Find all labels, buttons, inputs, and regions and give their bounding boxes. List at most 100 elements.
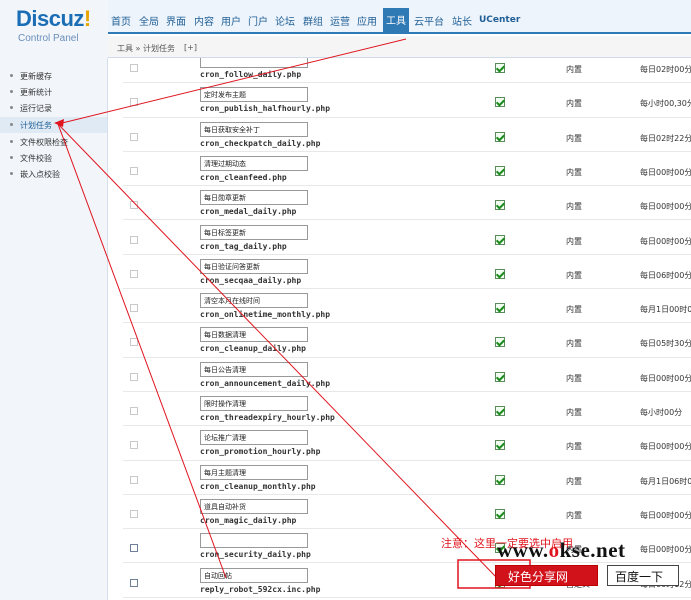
- task-type: 内置: [566, 339, 582, 349]
- delete-checkbox[interactable]: [130, 578, 138, 587]
- sidebar-item-file-verify[interactable]: 文件校验: [0, 150, 107, 166]
- watermark-url: www.okse.net: [497, 538, 626, 562]
- enable-checkbox[interactable]: [495, 63, 505, 73]
- task-row: 每日获取安全补丁 cron_checkpatch_daily.php 内置 每日02时…: [123, 118, 691, 152]
- enable-checkbox[interactable]: [495, 474, 505, 485]
- tab-operations[interactable]: 运营: [330, 13, 350, 28]
- task-row: 自动回帖reply_robot_592cx.inc.php自定义每日00时12分: [123, 564, 691, 598]
- enable-checkbox[interactable]: [495, 131, 505, 142]
- task-script-file: cron_cleanup_daily.php: [200, 344, 306, 354]
- task-name-input[interactable]: 清理过期动态: [200, 155, 308, 171]
- watermark-search-button[interactable]: 百度一下: [607, 565, 679, 586]
- enable-checkbox[interactable]: [495, 440, 505, 451]
- breadcrumb-path: 工具 » 计划任务: [117, 44, 175, 53]
- bullet-icon: [10, 123, 13, 126]
- enable-checkbox[interactable]: [495, 337, 505, 348]
- sidebar-item-hook-verify[interactable]: 嵌入点校验: [0, 166, 107, 182]
- enable-checkbox[interactable]: [495, 165, 505, 176]
- sidebar-item-label: 运行记录: [20, 104, 52, 113]
- add-shortcut-link[interactable]: [+]: [184, 43, 197, 52]
- delete-checkbox[interactable]: [130, 98, 138, 107]
- task-row: 限时操作清理 cron_threadexpiry_hourly.php 内置 每小时0…: [123, 392, 691, 427]
- task-script-file: cron_publish_halfhourly.php: [200, 104, 331, 114]
- enable-checkbox[interactable]: [495, 234, 505, 245]
- enable-checkbox[interactable]: [495, 508, 505, 519]
- task-script-file: cron_announcement_daily.php: [200, 378, 331, 388]
- delete-checkbox[interactable]: [130, 338, 138, 347]
- tab-cloud[interactable]: 云平台: [414, 13, 444, 28]
- delete-checkbox[interactable]: [130, 132, 138, 141]
- task-name-input[interactable]: 道具自动补货: [200, 498, 308, 514]
- delete-checkbox[interactable]: [130, 407, 138, 415]
- delete-checkbox[interactable]: [130, 269, 138, 278]
- task-name-input[interactable]: 论坛推广清理: [200, 430, 308, 446]
- tab-webmaster[interactable]: 站长: [452, 13, 472, 28]
- sidebar-item-file-permissions[interactable]: 文件权限检查: [0, 134, 107, 150]
- task-row: 每日验证问答更新 cron_secqaa_daily.php 内置 每日06时00分: [123, 255, 691, 290]
- sidebar-item-run-log[interactable]: 运行记录: [0, 100, 107, 116]
- task-name-input[interactable]: 每日标签更新: [200, 224, 308, 240]
- task-name-input[interactable]: 每月主题清理: [200, 464, 308, 480]
- delete-checkbox[interactable]: [130, 235, 138, 244]
- task-next-run: 每日05时30分: [640, 339, 691, 349]
- task-next-run: 每小时00,30分: [640, 99, 691, 109]
- delete-checkbox[interactable]: [130, 166, 138, 175]
- top-nav: 首页 全局 界面 内容 用户 门户 论坛 群组 运营 应用 工具 云平台 站长 …: [108, 0, 691, 34]
- sidebar-item-label: 更新缓存: [20, 72, 52, 81]
- task-type: 内置: [566, 65, 582, 74]
- logo[interactable]: Discuz! Control Panel: [0, 0, 108, 58]
- task-row: 道具自动补货 cron_magic_daily.php 内置 每日00时00分: [123, 495, 691, 530]
- delete-checkbox[interactable]: [130, 544, 138, 553]
- enable-checkbox[interactable]: [495, 268, 505, 279]
- task-name-input[interactable]: 每日勋章更新: [200, 190, 308, 206]
- sidebar-item-scheduled-tasks[interactable]: 计划任务: [0, 117, 107, 133]
- delete-checkbox[interactable]: [130, 64, 138, 72]
- tab-home[interactable]: 首页: [111, 13, 131, 28]
- task-name-input[interactable]: 每日数据清理: [200, 327, 308, 343]
- delete-checkbox[interactable]: [130, 509, 138, 518]
- task-script-file: cron_tag_daily.php: [200, 241, 287, 251]
- task-name-input[interactable]: 清空本月在线时间: [200, 293, 308, 309]
- delete-checkbox[interactable]: [130, 372, 138, 381]
- tab-interface[interactable]: 界面: [166, 13, 186, 28]
- delete-checkbox[interactable]: [130, 201, 138, 210]
- tab-global[interactable]: 全局: [139, 13, 159, 28]
- task-script-file: cron_magic_daily.php: [200, 515, 297, 525]
- task-next-run: 每日00时00分: [640, 202, 691, 212]
- task-name-input[interactable]: 每日验证问答更新: [200, 258, 308, 274]
- task-row: 每日标签更新 cron_tag_daily.php 内置 每日00时00分: [123, 221, 691, 255]
- sidebar-item-update-stats[interactable]: 更新统计: [0, 84, 107, 100]
- tab-groups[interactable]: 群组: [303, 13, 323, 28]
- task-name-input[interactable]: 自动回帖: [200, 567, 308, 583]
- enable-checkbox[interactable]: [495, 371, 505, 382]
- tab-apps[interactable]: 应用: [357, 13, 377, 28]
- task-name-input[interactable]: 限时操作清理: [200, 396, 308, 411]
- task-name-input[interactable]: [200, 533, 308, 549]
- delete-checkbox[interactable]: [130, 441, 138, 450]
- task-row: 每日公告清理 cron_announcement_daily.php 内置 每日00时…: [123, 358, 691, 392]
- task-next-run: 每月1日00时00分: [640, 305, 691, 315]
- task-script-file: cron_cleanfeed.php: [200, 172, 287, 182]
- tab-forum[interactable]: 论坛: [275, 13, 295, 28]
- enable-checkbox[interactable]: [495, 200, 505, 211]
- tab-users[interactable]: 用户: [221, 13, 241, 28]
- task-name-input[interactable]: 定时发布主题: [200, 87, 308, 103]
- tab-portal[interactable]: 门户: [248, 13, 268, 28]
- task-name-input[interactable]: 每日公告清理: [200, 361, 308, 377]
- enable-checkbox[interactable]: [495, 303, 505, 314]
- enable-checkbox[interactable]: [495, 97, 505, 108]
- task-type: 内置: [566, 236, 582, 246]
- task-script-file: cron_threadexpiry_hourly.php: [200, 413, 335, 422]
- task-name-input[interactable]: 每日获取安全补丁: [200, 121, 308, 137]
- tab-content[interactable]: 内容: [194, 13, 214, 28]
- task-name-input[interactable]: [200, 58, 308, 68]
- task-row: 论坛推广清理 cron_promotion_hourly.php 内置 每日00时00…: [123, 426, 691, 461]
- task-table: cron_follow_daily.php 内置 每日02时00分 定时发布主题 cro…: [123, 58, 691, 600]
- tab-ucenter[interactable]: UCenter: [479, 15, 520, 25]
- sidebar-item-update-cache[interactable]: 更新缓存: [0, 68, 107, 84]
- delete-checkbox[interactable]: [130, 304, 138, 313]
- enable-checkbox[interactable]: [495, 406, 505, 416]
- task-next-run: 每日00时00分: [640, 545, 691, 555]
- delete-checkbox[interactable]: [130, 475, 138, 484]
- tab-tools[interactable]: 工具: [383, 8, 409, 34]
